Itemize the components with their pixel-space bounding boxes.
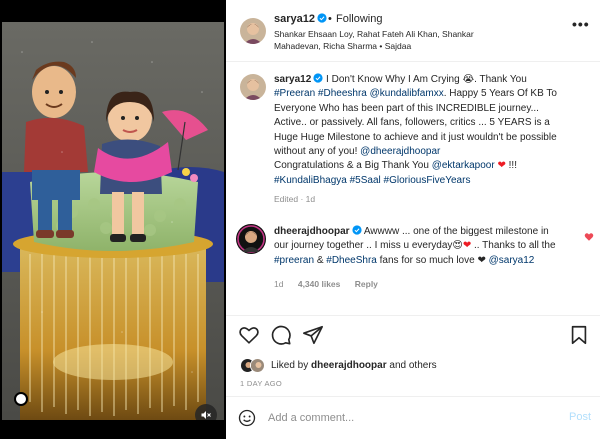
heart-eyes-emoji: 😍 xyxy=(452,240,463,252)
heart-icon[interactable] xyxy=(584,232,594,242)
caption-username[interactable]: sarya12 xyxy=(274,74,311,85)
carousel-indicator xyxy=(14,392,28,406)
post-comment-button[interactable]: Post xyxy=(569,411,591,423)
post-sidebar: sarya12 • Following Shankar Ehsaan Loy, … xyxy=(226,0,600,439)
reply-username[interactable]: dheerajdhoopar xyxy=(274,226,350,237)
comment-icon[interactable] xyxy=(270,324,292,346)
reply-author-avatar[interactable] xyxy=(236,224,266,254)
emoji-icon[interactable] xyxy=(238,409,256,427)
liked-by-user[interactable]: dheerajdhoopar xyxy=(311,360,387,371)
reply-text-2: .. Thanks to all the xyxy=(474,240,556,252)
more-options-icon[interactable]: ••• xyxy=(572,16,590,32)
save-icon[interactable] xyxy=(568,324,590,346)
verified-badge-icon xyxy=(317,13,327,23)
author-username[interactable]: sarya12 xyxy=(274,13,327,25)
verified-badge-icon xyxy=(313,73,323,83)
following-button[interactable]: Following xyxy=(336,13,382,25)
hashtag-dheeshra[interactable]: #Dheeshra xyxy=(318,88,367,99)
reply-button[interactable]: Reply xyxy=(355,279,378,289)
reply-time: 1d xyxy=(274,279,284,289)
caption-author-avatar[interactable] xyxy=(240,74,266,100)
caption-text-4: !!! xyxy=(508,160,517,172)
hashtag-5saal[interactable]: #5Saal xyxy=(350,175,381,186)
heart-icon[interactable] xyxy=(238,324,260,346)
media-panel xyxy=(0,0,226,439)
mention-sarya12[interactable]: @sarya12 xyxy=(489,255,535,266)
reply-comment: dheerajdhoopar Awwww ... one of the bigg… xyxy=(274,225,564,268)
reply-meta: 1d 4,340 likes Reply xyxy=(274,279,390,289)
reply-likes[interactable]: 4,340 likes xyxy=(298,279,341,289)
caption-text-3: Congratulations & a Big Thank You xyxy=(274,160,429,172)
hashtag-preeran[interactable]: #preeran xyxy=(274,255,314,266)
verified-badge-icon xyxy=(351,225,362,235)
reply-text-3: fans for so much love ❤ xyxy=(379,254,486,266)
header-separator: • xyxy=(328,13,332,25)
audio-track-link[interactable]: Shankar Ehsaan Loy, Rahat Fateh Ali Khan… xyxy=(274,28,504,52)
comment-input[interactable] xyxy=(268,409,548,427)
mention-kundalibfamxx[interactable]: @kundalibfamxx xyxy=(370,88,444,99)
liker-avatar xyxy=(250,357,265,373)
heart-emoji: ❤ xyxy=(497,160,506,172)
mention-ektarkapoor[interactable]: @ektarkapoor xyxy=(432,160,495,171)
author-avatar[interactable] xyxy=(240,18,266,44)
post-caption: sarya12 I Don't Know Why I Am Crying 😭. … xyxy=(274,73,564,188)
caption-meta: Edited · 1d xyxy=(274,194,316,204)
hashtag-dheeshra[interactable]: #DheeShra xyxy=(326,255,377,266)
post-timestamp: 1 DAY AGO xyxy=(240,379,283,388)
post-video[interactable] xyxy=(2,22,224,420)
hashtag-preeran[interactable]: #Preeran xyxy=(274,88,315,99)
comments-section: sarya12 I Don't Know Why I Am Crying 😭. … xyxy=(226,62,600,315)
share-icon[interactable] xyxy=(302,324,324,346)
hashtag-kundalibhagya[interactable]: #KundaliBhagya xyxy=(274,175,347,186)
add-comment-bar: Post xyxy=(226,396,600,439)
caption-text-1: I Don't Know Why I Am Crying 😭. Thank Yo… xyxy=(326,74,527,85)
mute-icon xyxy=(201,411,211,419)
mention-dheerajdhoopar[interactable]: @dheerajdhoopar xyxy=(360,146,440,157)
heart-emoji: ❤ xyxy=(462,240,472,252)
liked-by-row[interactable]: Liked by dheerajdhoopar and others xyxy=(240,356,437,374)
hashtag-gloriousfiveyears[interactable]: #GloriousFiveYears xyxy=(384,175,471,186)
reply-ampersand: & xyxy=(316,254,324,266)
mute-button[interactable] xyxy=(195,404,217,420)
post-header: sarya12 • Following Shankar Ehsaan Loy, … xyxy=(226,0,600,62)
liked-by-text: Liked by dheerajdhoopar and others xyxy=(271,359,437,371)
